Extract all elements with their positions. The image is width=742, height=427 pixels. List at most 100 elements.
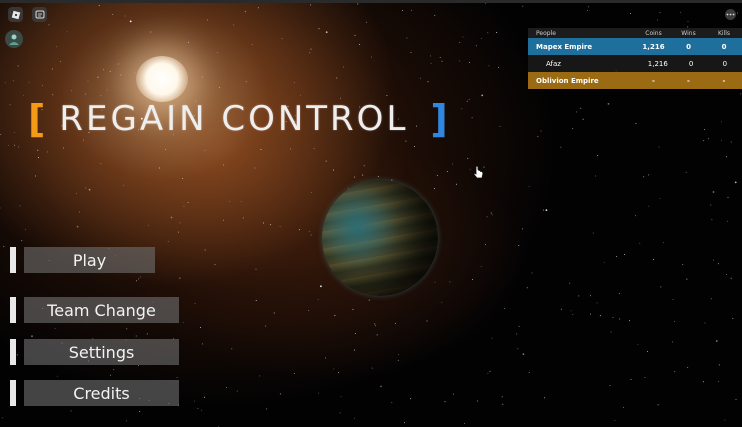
star bbox=[63, 147, 64, 149]
star bbox=[122, 184, 124, 186]
star bbox=[56, 46, 58, 48]
star bbox=[426, 320, 428, 322]
star bbox=[146, 333, 148, 335]
play-button[interactable]: Play bbox=[24, 247, 155, 273]
star bbox=[245, 81, 247, 83]
star bbox=[84, 93, 86, 95]
star bbox=[118, 63, 119, 65]
star bbox=[200, 326, 202, 328]
star bbox=[308, 310, 310, 311]
roblox-logo-icon[interactable] bbox=[8, 7, 23, 22]
star bbox=[16, 354, 18, 356]
star bbox=[609, 385, 611, 386]
star bbox=[47, 151, 49, 153]
star bbox=[0, 207, 1, 209]
star bbox=[281, 38, 283, 40]
star bbox=[518, 245, 520, 247]
header-coins: Coins bbox=[645, 29, 662, 37]
menu-accent-settings bbox=[10, 339, 16, 365]
star bbox=[717, 381, 719, 382]
star bbox=[140, 276, 142, 278]
star bbox=[543, 209, 544, 211]
star bbox=[488, 65, 490, 67]
star bbox=[603, 261, 605, 263]
star bbox=[299, 229, 301, 231]
chat-icon[interactable] bbox=[32, 7, 47, 22]
star bbox=[446, 171, 448, 172]
star bbox=[682, 263, 684, 265]
star bbox=[686, 278, 688, 280]
star bbox=[703, 381, 705, 383]
star bbox=[411, 9, 412, 11]
star bbox=[226, 387, 228, 389]
star bbox=[672, 299, 674, 301]
star bbox=[730, 141, 732, 143]
star bbox=[354, 417, 356, 419]
player-avatar-icon[interactable] bbox=[5, 30, 23, 48]
star bbox=[580, 107, 582, 109]
star bbox=[251, 44, 253, 46]
star bbox=[125, 420, 127, 422]
settings-button[interactable]: Settings bbox=[24, 339, 179, 365]
star bbox=[257, 7, 259, 9]
star bbox=[528, 371, 530, 373]
team-row-oblivion[interactable]: Oblivion Empire - - - bbox=[528, 72, 742, 89]
star bbox=[375, 325, 377, 327]
star bbox=[109, 374, 111, 376]
star bbox=[204, 249, 206, 251]
star bbox=[357, 3, 359, 5]
star bbox=[159, 167, 161, 169]
header-people: People bbox=[536, 29, 556, 37]
star bbox=[725, 156, 727, 158]
star bbox=[279, 393, 281, 395]
star bbox=[362, 174, 364, 176]
star bbox=[138, 364, 139, 366]
star bbox=[410, 398, 412, 400]
star bbox=[403, 422, 405, 424]
player-coins: 1,216 bbox=[647, 59, 668, 68]
star bbox=[202, 343, 204, 345]
menu-accent-credits bbox=[10, 380, 16, 406]
star bbox=[136, 280, 137, 282]
star bbox=[70, 410, 72, 412]
player-row-afaz[interactable]: Afaz 1,216 0 0 bbox=[528, 55, 742, 72]
star bbox=[616, 256, 617, 257]
star bbox=[459, 60, 461, 62]
star bbox=[124, 15, 126, 17]
more-options-icon[interactable] bbox=[725, 9, 736, 20]
star bbox=[522, 353, 525, 355]
sun bbox=[136, 56, 188, 102]
star bbox=[293, 82, 295, 84]
star bbox=[148, 224, 149, 226]
star bbox=[397, 359, 399, 361]
star bbox=[179, 222, 181, 224]
star bbox=[368, 299, 370, 301]
star bbox=[42, 85, 43, 87]
team-kills: - bbox=[722, 76, 726, 85]
title-text: REGAIN CONTROL bbox=[59, 99, 409, 139]
star bbox=[97, 76, 99, 78]
team-row-mapex[interactable]: Mapex Empire 1,216 0 0 bbox=[528, 38, 742, 55]
team-change-button[interactable]: Team Change bbox=[24, 297, 179, 323]
star bbox=[630, 12, 631, 14]
star bbox=[648, 205, 650, 207]
star bbox=[528, 186, 530, 187]
star bbox=[674, 321, 676, 323]
credits-button[interactable]: Credits bbox=[24, 380, 179, 406]
star bbox=[499, 125, 501, 127]
star bbox=[588, 6, 590, 8]
star bbox=[496, 32, 498, 33]
star bbox=[260, 149, 262, 150]
star bbox=[214, 264, 216, 265]
star bbox=[635, 215, 636, 217]
star bbox=[376, 334, 378, 336]
star bbox=[231, 348, 233, 350]
star bbox=[310, 4, 312, 6]
star bbox=[441, 301, 443, 303]
star bbox=[340, 395, 342, 397]
star bbox=[718, 364, 720, 366]
star bbox=[712, 191, 715, 193]
star bbox=[662, 242, 664, 244]
star bbox=[233, 24, 235, 26]
star bbox=[299, 94, 301, 96]
